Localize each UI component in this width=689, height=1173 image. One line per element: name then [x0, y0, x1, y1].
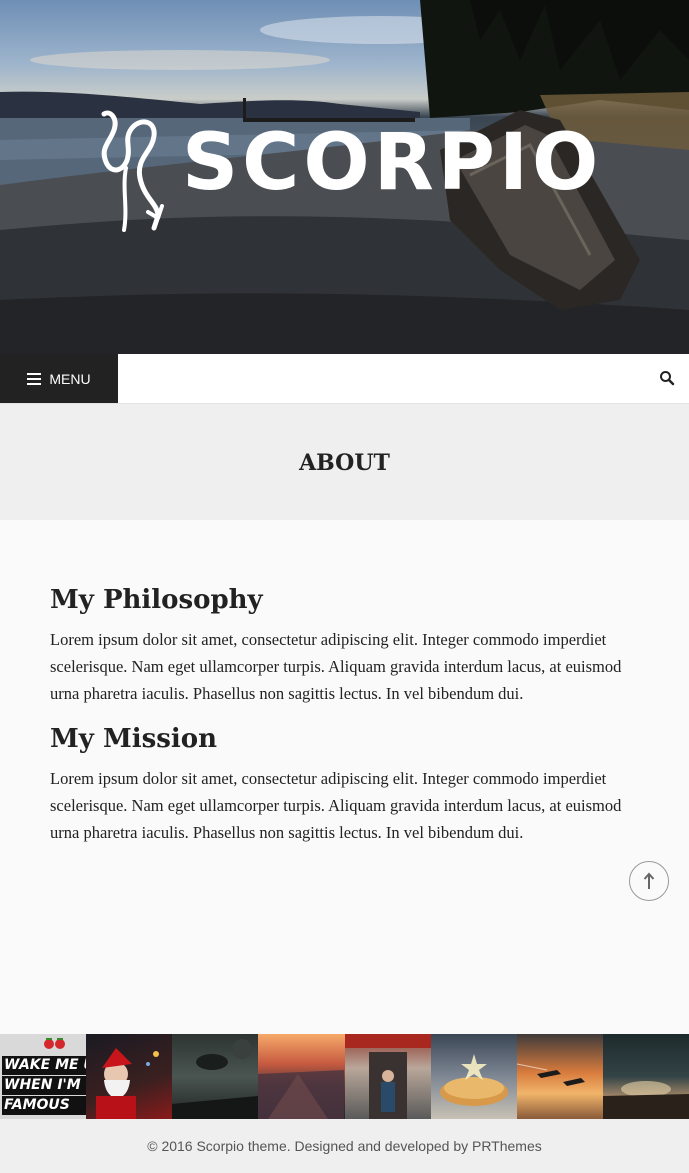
santa-image [96, 1048, 160, 1119]
main-navbar: MENU [0, 354, 689, 404]
site-title: SCORPIO [182, 118, 603, 208]
storefront-image [344, 1034, 431, 1119]
footer-copyright: © 2016 Scorpio theme. Designed and devel… [147, 1138, 542, 1154]
thumb-caption: WAKE ME UP WHEN I'M FAMOUS [2, 1056, 87, 1116]
storm-image [602, 1081, 689, 1119]
page-title-band: ABOUT [0, 404, 689, 520]
hamburger-icon [27, 372, 42, 385]
city-aerial-image [258, 1070, 345, 1119]
gallery-thumb-8[interactable] [602, 1034, 689, 1119]
airshow-image [516, 1063, 585, 1086]
site-logo[interactable]: SCORPIO [96, 108, 598, 236]
page-title: ABOUT [299, 450, 390, 476]
gallery-thumb-1[interactable]: WAKE ME UP WHEN I'M FAMOUS [0, 1034, 87, 1119]
scorpio-glyph-icon [101, 110, 164, 232]
gallery-thumb-5[interactable] [344, 1034, 431, 1119]
section-body-philosophy: Lorem ipsum dolor sit amet, consectetur … [50, 630, 622, 703]
gallery-thumb-6[interactable] [430, 1034, 517, 1119]
thumb-caption-line: FAMOUS [2, 1096, 87, 1115]
page-content: My Philosophy Lorem ipsum dolor sit amet… [50, 580, 640, 858]
instagram-gallery: WAKE ME UP WHEN I'M FAMOUS [0, 1034, 689, 1119]
gallery-thumb-7[interactable] [516, 1034, 603, 1119]
gallery-thumb-4[interactable] [258, 1034, 345, 1119]
thumb-caption-line: WAKE ME UP [2, 1056, 87, 1075]
pie-image [439, 1054, 508, 1106]
space-image [172, 1039, 259, 1119]
search-icon[interactable] [659, 370, 675, 386]
thumb-caption-line: WHEN I'M [2, 1076, 87, 1095]
back-to-top-button[interactable] [629, 861, 669, 901]
gallery-thumb-3[interactable] [172, 1034, 259, 1119]
arrow-up-icon [643, 872, 655, 889]
menu-button[interactable]: MENU [0, 354, 118, 403]
site-footer: © 2016 Scorpio theme. Designed and devel… [0, 1119, 689, 1173]
section-body-mission: Lorem ipsum dolor sit amet, consectetur … [50, 769, 622, 842]
section-heading-mission: My Mission [50, 724, 217, 754]
hero-banner: SCORPIO [0, 0, 689, 354]
menu-label: MENU [49, 370, 91, 387]
section-heading-philosophy: My Philosophy [50, 585, 263, 615]
gallery-thumb-2[interactable] [86, 1034, 173, 1119]
